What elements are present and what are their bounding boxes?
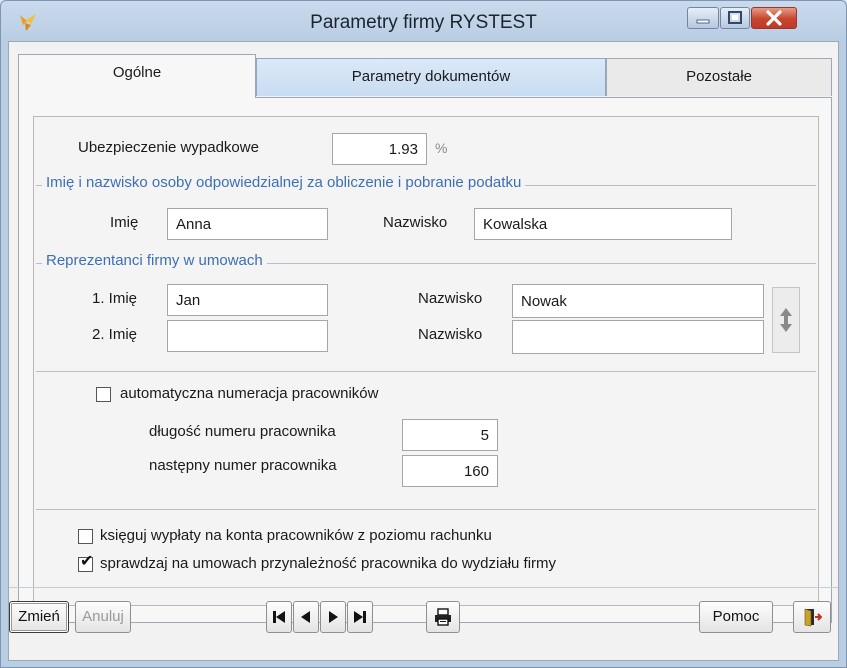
divider (36, 371, 816, 372)
representative-1-last-name-label: Nazwisko (418, 290, 483, 307)
tax-person-last-name-label: Nazwisko (383, 214, 448, 231)
representative-2-first-name-label: 2. Imię (92, 326, 138, 343)
help-button-label: Pomoc (712, 608, 760, 625)
footer-divider (9, 587, 838, 588)
previous-record-button[interactable] (293, 601, 319, 633)
print-button[interactable] (426, 601, 460, 633)
accident-insurance-input[interactable] (332, 133, 427, 165)
last-record-icon (354, 611, 366, 623)
representative-1-first-name-input[interactable] (167, 284, 328, 316)
dialog-client-area: Ogólne Parametry dokumentów Pozostałe Ub… (8, 41, 839, 661)
tab-document-parameters[interactable]: Parametry dokumentów (256, 58, 606, 96)
representatives-reorder-spinner[interactable] (772, 287, 800, 353)
employee-number-length-label: długość numeru pracownika (149, 423, 336, 440)
post-payments-to-employee-accounts-label: księguj wypłaty na konta pracowników z p… (100, 527, 492, 544)
prev-record-icon (301, 611, 310, 623)
post-payments-to-employee-accounts-checkbox[interactable] (78, 529, 93, 544)
general-settings-frame: Ubezpieczenie wypadkowe % Imię i nazwisk… (33, 116, 819, 606)
change-button[interactable]: Zmień (9, 601, 69, 633)
title-bar[interactable]: Parametry firmy RYSTEST (1, 1, 846, 45)
accident-insurance-label: Ubezpieczenie wypadkowe (78, 139, 259, 156)
first-record-icon (273, 611, 285, 623)
tab-general[interactable]: Ogólne (18, 54, 256, 98)
percent-unit-label: % (435, 140, 448, 156)
tax-person-first-name-label: Imię (110, 214, 139, 231)
close-button[interactable] (751, 7, 797, 29)
close-icon (766, 10, 782, 26)
next-record-icon (329, 611, 338, 623)
last-record-button[interactable] (347, 601, 373, 633)
next-employee-number-input[interactable] (402, 455, 498, 487)
up-down-arrows-icon (780, 308, 792, 332)
check-employee-department-label: sprawdzaj na umowach przynależność praco… (100, 555, 557, 572)
maximize-icon (728, 11, 742, 24)
cancel-button-label: Anuluj (82, 608, 124, 625)
exit-button[interactable] (793, 601, 831, 633)
tax-person-last-name-input[interactable] (474, 208, 732, 240)
tab-panel-general: Ubezpieczenie wypadkowe % Imię i nazwisk… (18, 97, 832, 623)
representatives-group-label: Reprezentanci firmy w umowach (42, 252, 267, 269)
representative-2-last-name-label: Nazwisko (418, 326, 483, 343)
representative-1-first-name-label: 1. Imię (92, 290, 138, 307)
representative-1-last-name-input[interactable] (512, 284, 764, 318)
change-button-label: Zmień (18, 608, 60, 625)
help-button[interactable]: Pomoc (699, 601, 773, 633)
printer-icon (435, 608, 451, 626)
minimize-icon (696, 19, 710, 24)
minimize-button[interactable] (687, 7, 719, 29)
tax-person-group-label: Imię i nazwisko osoby odpowiedzialnej za… (42, 174, 526, 191)
auto-numbering-checkbox[interactable] (96, 387, 111, 402)
employee-number-length-input[interactable] (402, 419, 498, 451)
first-record-button[interactable] (266, 601, 292, 633)
divider (36, 509, 816, 510)
check-employee-department-checkbox[interactable]: ✔ (78, 553, 94, 572)
next-record-button[interactable] (320, 601, 346, 633)
representative-2-last-name-input[interactable] (512, 320, 764, 354)
tax-person-first-name-input[interactable] (167, 208, 328, 240)
exit-door-icon (804, 608, 822, 627)
next-employee-number-label: następny numer pracownika (149, 457, 337, 474)
auto-numbering-label: automatyczna numeracja pracowników (120, 385, 379, 402)
representative-2-first-name-input[interactable] (167, 320, 328, 352)
tab-other[interactable]: Pozostałe (606, 58, 832, 96)
cancel-button[interactable]: Anuluj (75, 601, 131, 633)
maximize-button[interactable] (720, 7, 750, 29)
window: Parametry firmy RYSTEST Ogólne Parametry… (0, 0, 847, 668)
checkmark-icon: ✔ (80, 553, 94, 570)
